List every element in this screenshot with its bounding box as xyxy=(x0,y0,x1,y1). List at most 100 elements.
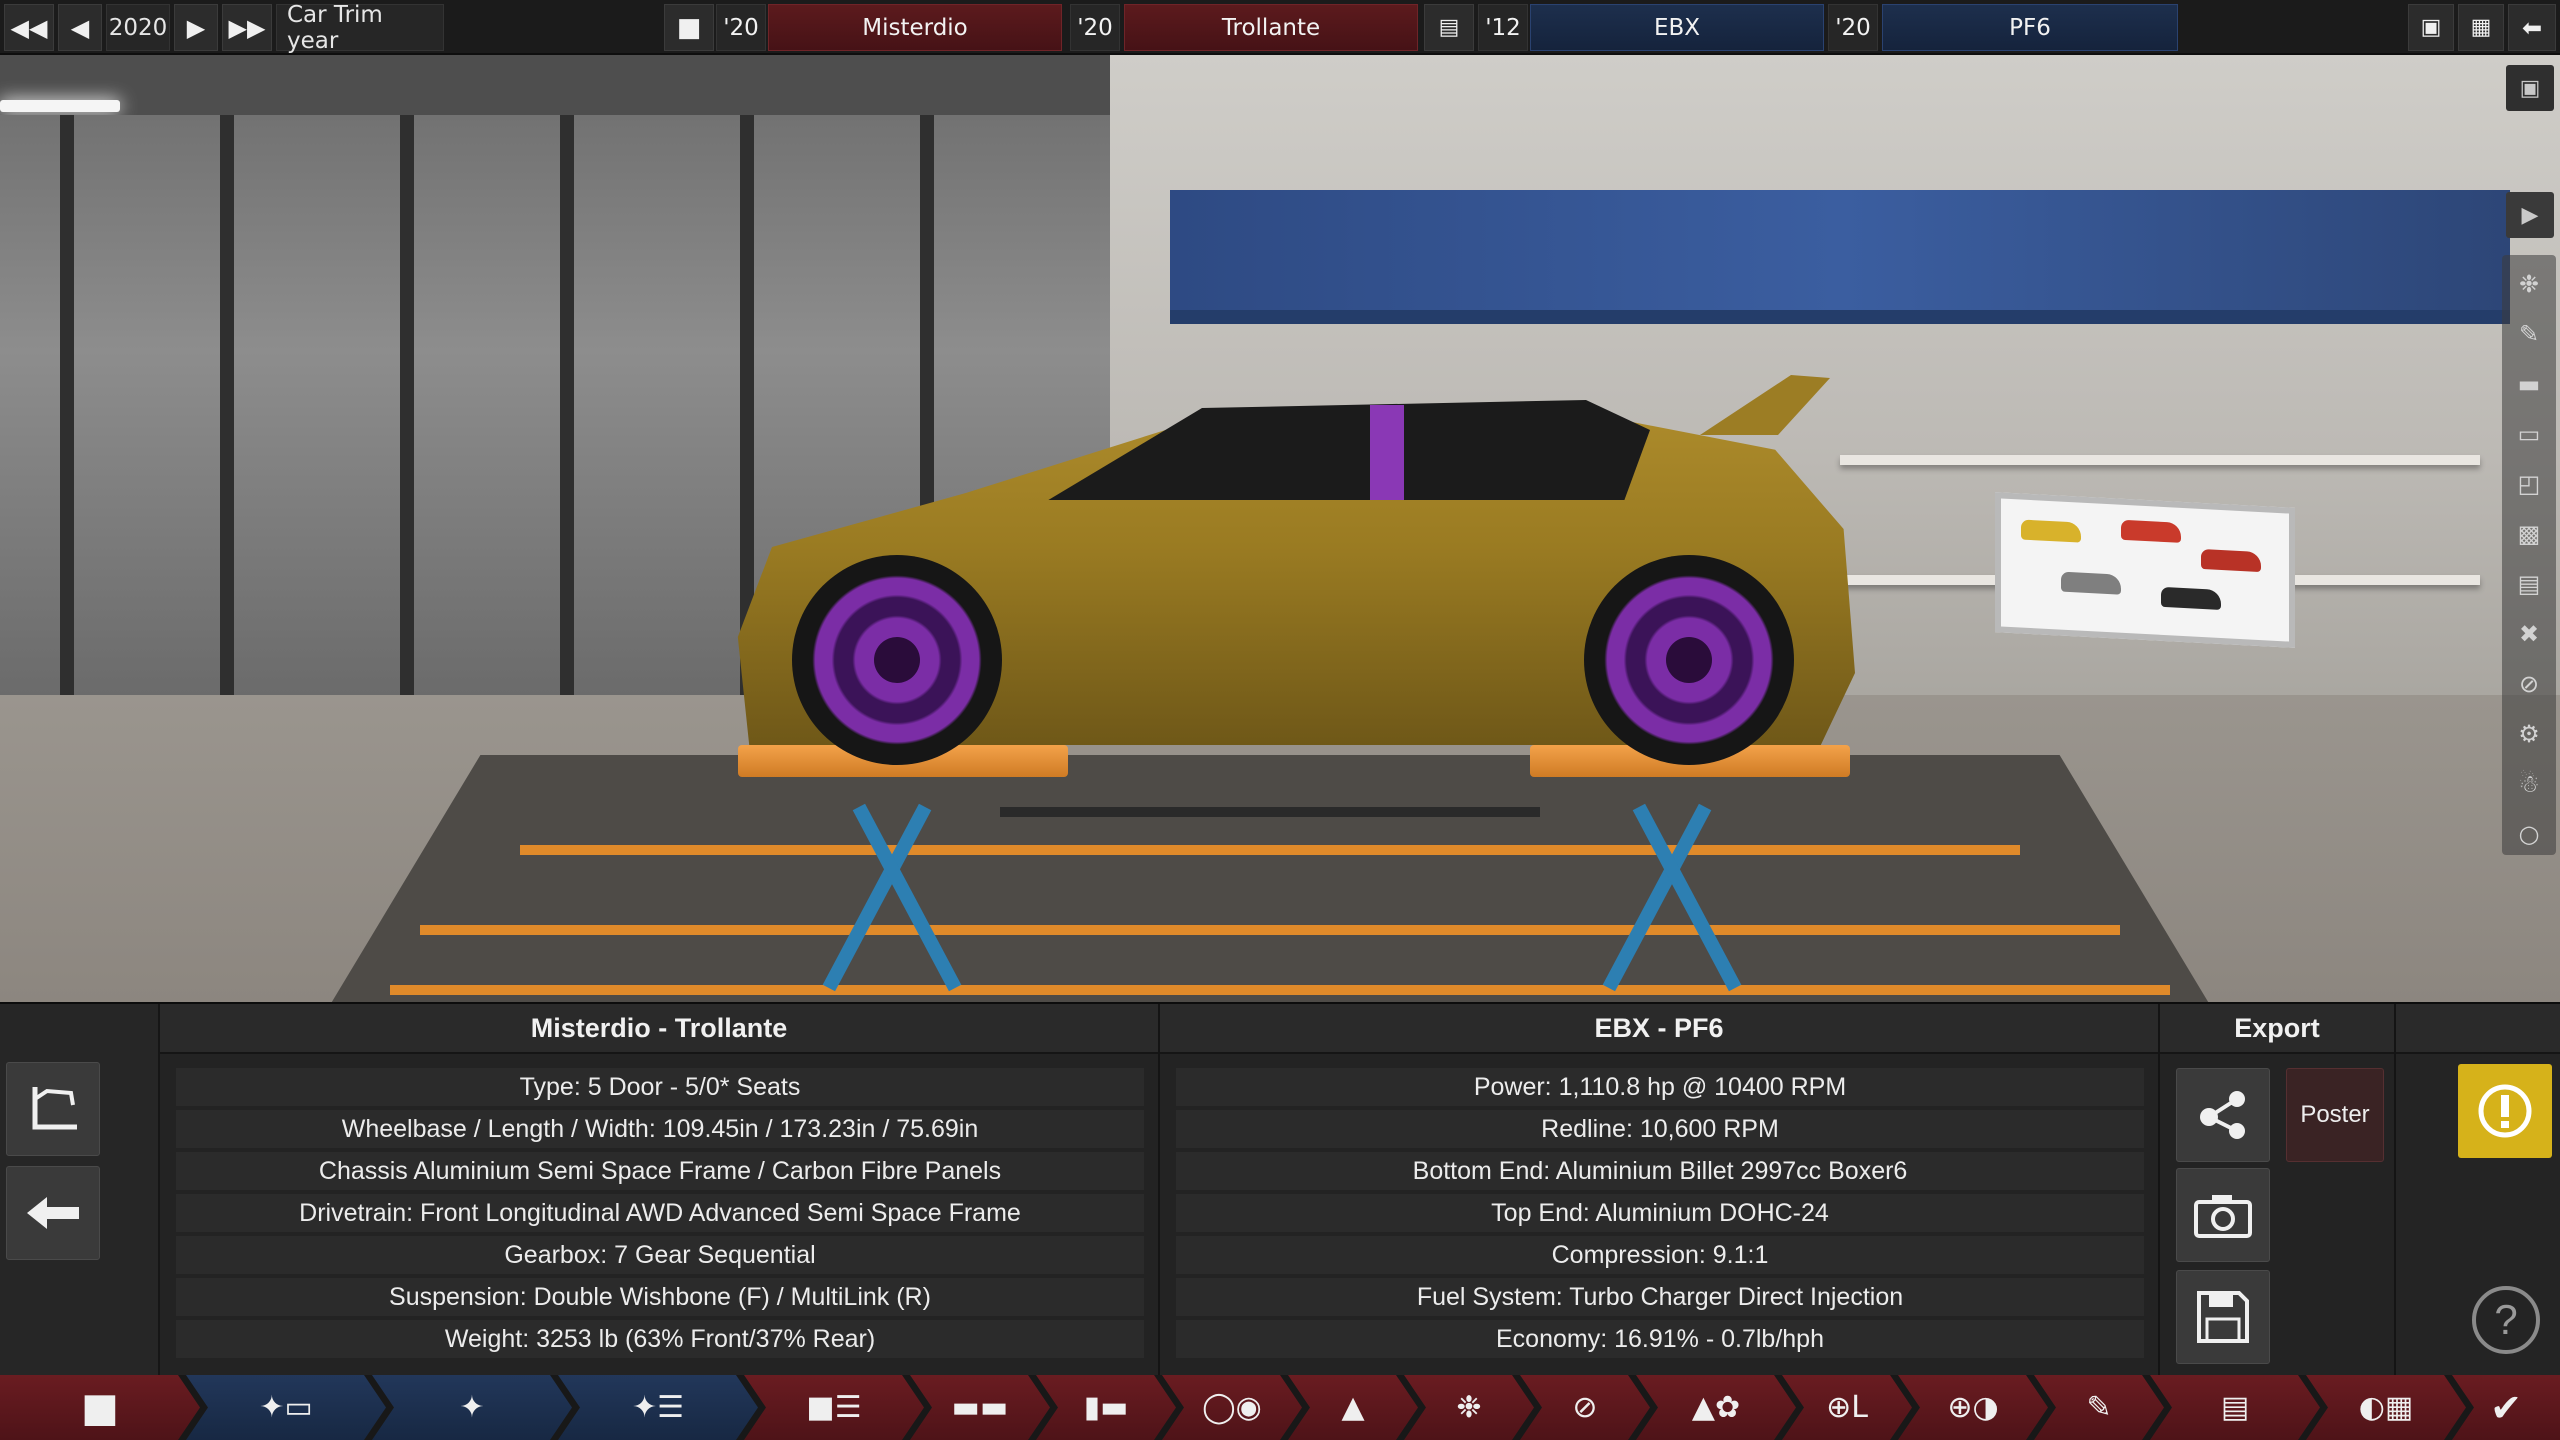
back-arrow-icon: ⬅ xyxy=(2521,13,2543,42)
sketch-car xyxy=(2021,519,2081,543)
last-year-button[interactable]: ▶▶ xyxy=(222,4,272,51)
left-arrow-icon xyxy=(27,1197,79,1229)
left-tools xyxy=(0,1004,160,1377)
settings-gear-icon[interactable]: ⚙ xyxy=(2509,714,2549,754)
first-year-button[interactable]: ◀◀ xyxy=(4,4,54,51)
next-year-button[interactable]: ▶ xyxy=(174,4,218,51)
tab-stats[interactable]: ▤ xyxy=(2150,1375,2320,1440)
prev-year-button[interactable]: ◀ xyxy=(58,4,102,51)
tab-trim[interactable]: ■☰ xyxy=(744,1375,924,1440)
engine-spec-row: Compression: 9.1:1 xyxy=(1176,1236,2144,1274)
tab-paint[interactable]: ✎ xyxy=(2034,1375,2164,1440)
car-model-button[interactable]: ■ xyxy=(664,4,714,51)
wheel-view-icon[interactable]: ❉ xyxy=(2509,264,2549,304)
tab-suspension[interactable]: ▲ xyxy=(1288,1375,1418,1440)
model-name-selector[interactable]: Misterdio xyxy=(768,4,1062,51)
export-photo-button[interactable] xyxy=(2176,1168,2270,1262)
interior-view-icon[interactable]: ▩ xyxy=(2509,514,2549,554)
spreadsheet-icon: ▤ xyxy=(2220,1390,2250,1425)
engine-spec-row: Bottom End: Aluminium Billet 2997cc Boxe… xyxy=(1176,1152,2144,1190)
year-value: 2020 xyxy=(106,4,170,51)
warning-button[interactable] xyxy=(2458,1064,2552,1158)
driver-figure-icon[interactable]: ☃ xyxy=(2509,764,2549,804)
tab-drivetrain[interactable]: ▮▬ xyxy=(1036,1375,1176,1440)
axis-view-button[interactable] xyxy=(6,1062,100,1156)
tab-test-track[interactable]: ◐▦ xyxy=(2306,1375,2466,1440)
play-animation-button[interactable]: ▶ xyxy=(2506,192,2554,238)
paint-brush-icon[interactable]: ✎ xyxy=(2509,314,2549,354)
safety-icon: ⊕◑ xyxy=(1947,1390,1999,1425)
gearbox-icon: ◯◉ xyxy=(1202,1390,1262,1425)
engine-spec-row: Top End: Aluminium DOHC-24 xyxy=(1176,1194,2144,1232)
tab-model[interactable]: ■ xyxy=(0,1375,200,1440)
garage-3d-viewport[interactable] xyxy=(0,55,2560,1002)
suspension-view-icon[interactable]: ✖ xyxy=(2509,614,2549,654)
engine-info-rows: Power: 1,110.8 hp @ 10400 RPM Redline: 10… xyxy=(1176,1068,2144,1362)
model-year: '20 xyxy=(716,4,766,51)
spray-can-icon: ✎ xyxy=(2086,1390,2112,1425)
window-mullion xyxy=(60,115,74,705)
engine-view-icon[interactable]: ▤ xyxy=(2509,564,2549,604)
status-header xyxy=(2396,1004,2560,1054)
car-spec-row: Chassis Aluminium Semi Space Frame / Car… xyxy=(176,1152,1144,1190)
double-left-arrow-icon: ◀◀ xyxy=(10,13,48,42)
engine-info-section: EBX - PF6 Power: 1,110.8 hp @ 10400 RPM R… xyxy=(1160,1004,2160,1377)
calculator-button[interactable]: ▦ xyxy=(2458,4,2504,51)
play-icon: ▶ xyxy=(2521,202,2539,228)
window-mullion xyxy=(400,115,414,705)
tab-gearbox[interactable]: ◯◉ xyxy=(1162,1375,1302,1440)
poster-button[interactable]: Poster xyxy=(2286,1068,2384,1162)
circle-view-icon[interactable]: ○ xyxy=(2509,814,2549,854)
double-right-arrow-icon: ▶▶ xyxy=(228,13,266,42)
rear-wheel xyxy=(1584,555,1794,765)
back-nav-button[interactable] xyxy=(6,1166,100,1260)
wheel-icon: ❉ xyxy=(1456,1390,1482,1425)
sketch-car xyxy=(2201,548,2261,573)
chassis-icon: ▬▬ xyxy=(951,1390,1009,1425)
share-button[interactable] xyxy=(2176,1068,2270,1162)
engine-spec-row: Economy: 16.91% - 0.7lb/hph xyxy=(1176,1320,2144,1358)
screenshot-button[interactable]: ▣ xyxy=(2408,4,2454,51)
pit-rail xyxy=(520,845,2020,855)
exclamation-icon xyxy=(2478,1084,2532,1138)
engine-info-title: EBX - PF6 xyxy=(1160,1004,2158,1054)
car-icon: ■ xyxy=(81,1384,119,1431)
fixtures-icon[interactable]: ▬ xyxy=(2509,364,2549,404)
tab-brakes[interactable]: ⊘ xyxy=(1520,1375,1650,1440)
axis-icon xyxy=(32,1087,77,1130)
bumper-icon[interactable]: ▭ xyxy=(2509,414,2549,454)
car-b-pillar xyxy=(1370,405,1404,500)
tab-engine-family[interactable]: ✦▭ xyxy=(186,1375,386,1440)
tab-safety[interactable]: ⊕◑ xyxy=(1898,1375,2048,1440)
body-view-icon[interactable]: ◰ xyxy=(2509,464,2549,504)
window-mullion xyxy=(560,115,574,705)
info-panel: Misterdio - Trollante Type: 5 Door - 5/0… xyxy=(0,1002,2560,1377)
tab-engine-tune[interactable]: ✦☰ xyxy=(558,1375,758,1440)
back-button[interactable]: ⬅ xyxy=(2508,4,2556,51)
engine-spec-row: Power: 1,110.8 hp @ 10400 RPM xyxy=(1176,1068,2144,1106)
engine-family-selector[interactable]: EBX xyxy=(1530,4,1824,51)
car-spec-row: Drivetrain: Front Longitudinal AWD Advan… xyxy=(176,1194,1144,1232)
car-spec-row: Type: 5 Door - 5/0* Seats xyxy=(176,1068,1144,1106)
year-label: Car Trim year xyxy=(276,2,444,54)
engine-button[interactable]: ▤ xyxy=(1424,4,1474,51)
lift-pit xyxy=(330,755,2210,1002)
photo-mode-button[interactable]: ▣ xyxy=(2506,65,2554,111)
engine-variant-selector[interactable]: PF6 xyxy=(1882,4,2178,51)
ceiling-light xyxy=(0,100,120,112)
tab-chassis[interactable]: ▬▬ xyxy=(910,1375,1050,1440)
tab-finish[interactable]: ✔ xyxy=(2452,1375,2560,1440)
trim-name-selector[interactable]: Trollante xyxy=(1124,4,1418,51)
tab-engine-parts[interactable]: ✦ xyxy=(372,1375,572,1440)
help-button[interactable]: ? xyxy=(2472,1286,2540,1354)
tab-wheels[interactable]: ❉ xyxy=(1404,1375,1534,1440)
camera-icon: ▣ xyxy=(2420,15,2442,40)
tab-interior[interactable]: ⊕L xyxy=(1782,1375,1912,1440)
tab-aero[interactable]: ▲✿ xyxy=(1636,1375,1796,1440)
brake-view-icon[interactable]: ⊘ xyxy=(2509,664,2549,704)
car-icon: ■ xyxy=(676,12,702,43)
design-whiteboard xyxy=(1995,492,2295,648)
export-section: Export Poster xyxy=(2160,1004,2396,1377)
calculator-icon: ▦ xyxy=(2470,15,2492,40)
save-button[interactable] xyxy=(2176,1270,2270,1364)
